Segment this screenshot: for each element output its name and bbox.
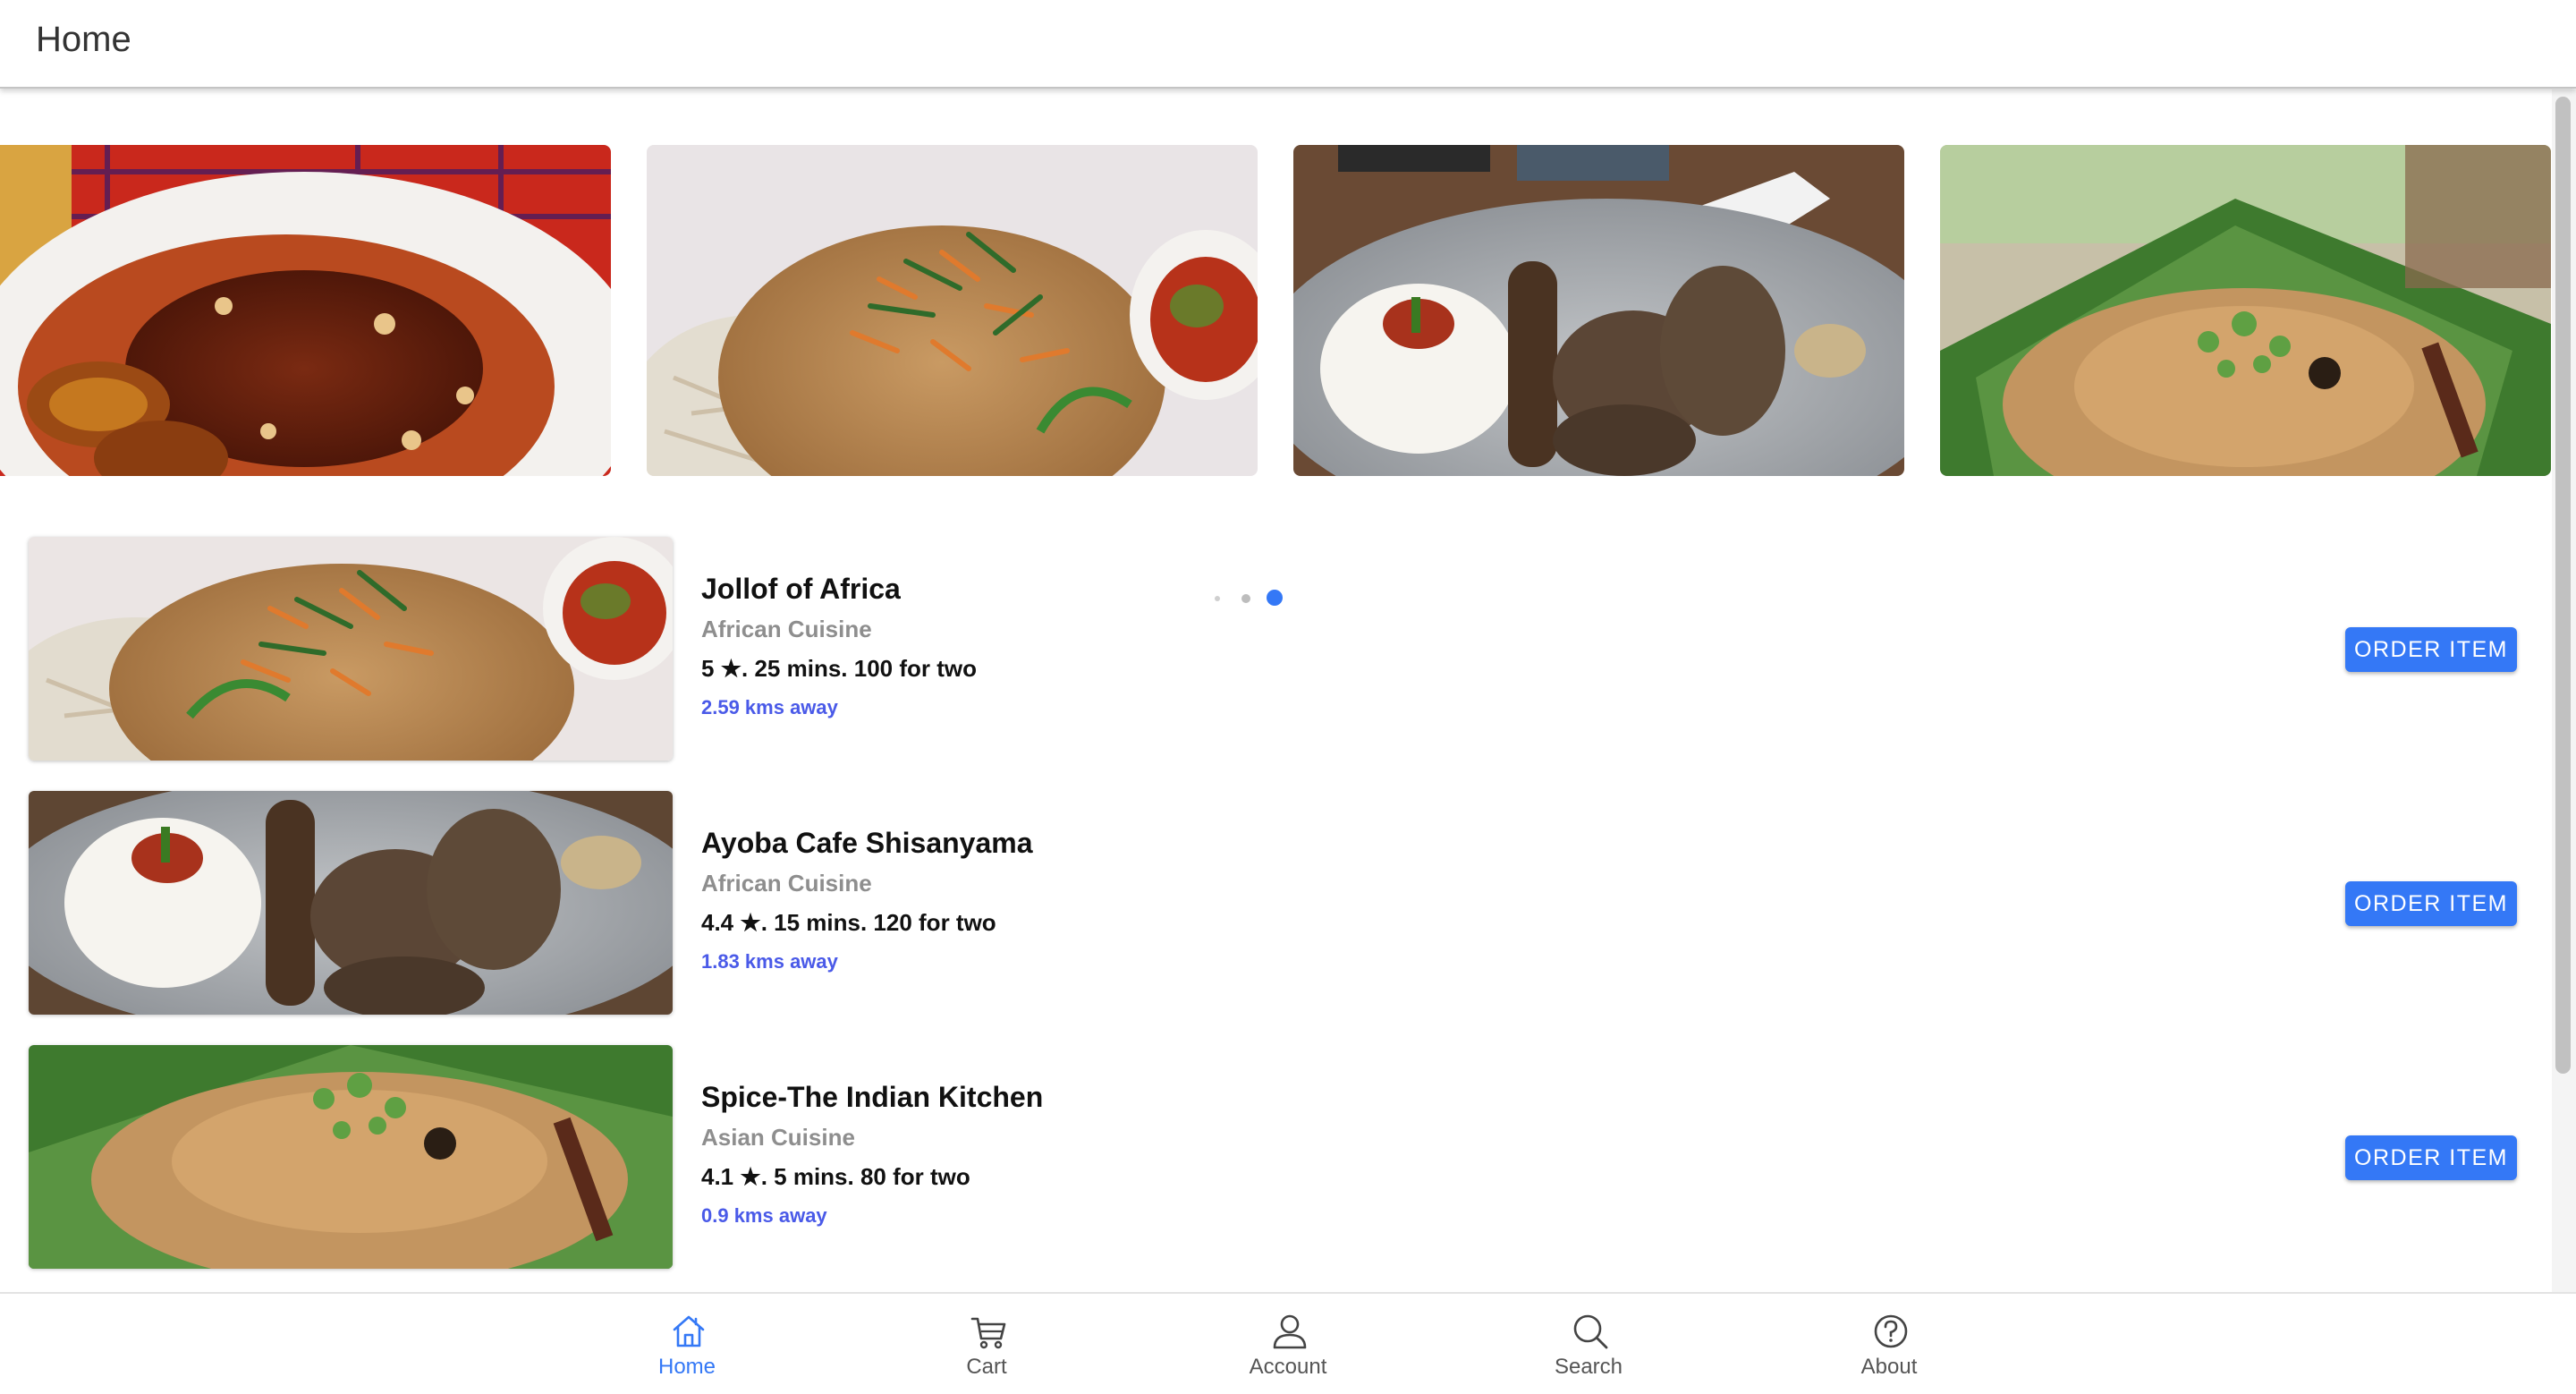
restaurant-cuisine: Asian Cuisine <box>701 1124 855 1151</box>
scrollbar-thumb[interactable] <box>2555 97 2571 1074</box>
restaurant-row[interactable]: Spice-The Indian Kitchen Asian Cuisine 4… <box>0 1043 2552 1269</box>
tab-about[interactable]: About <box>1791 1294 1987 1394</box>
order-item-button[interactable]: ORDER ITEM <box>2345 627 2517 672</box>
restaurant-name[interactable]: Spice-The Indian Kitchen <box>701 1081 1043 1114</box>
tab-label: About <box>1860 1355 1918 1379</box>
tab-label: Account <box>1249 1355 1327 1379</box>
restaurant-name[interactable]: Ayoba Cafe Shisanyama <box>701 827 1033 860</box>
page-title: Home <box>36 20 131 59</box>
rating-value: 5 <box>701 655 715 682</box>
tab-cart[interactable]: Cart <box>888 1294 1085 1394</box>
star-icon: ★ <box>740 1163 761 1190</box>
home-icon <box>673 1315 705 1347</box>
carousel-slide-spiced-rice[interactable] <box>1940 145 2551 476</box>
restaurant-cuisine: African Cuisine <box>701 870 872 897</box>
restaurant-name[interactable]: Jollof of Africa <box>701 573 901 606</box>
restaurant-meta: 4.4 ★. 15 mins. 120 for two <box>701 909 996 937</box>
search-icon <box>1573 1314 1608 1349</box>
restaurant-distance: 1.83 kms away <box>701 950 838 973</box>
carousel-slide-jollof[interactable] <box>647 145 1258 476</box>
restaurant-row[interactable]: Ayoba Cafe Shisanyama African Cuisine 4.… <box>0 789 2552 1015</box>
restaurant-distance: 0.9 kms away <box>701 1204 827 1227</box>
carousel-slide-stew[interactable] <box>0 145 611 476</box>
restaurant-meta-details: . 5 mins. 80 for two <box>760 1163 970 1190</box>
restaurant-meta-details: . 25 mins. 100 for two <box>741 655 977 682</box>
star-icon: ★ <box>740 909 761 936</box>
bottom-tab-bar: Home Cart Account Search About <box>0 1292 2576 1394</box>
image-carousel[interactable] <box>0 145 2552 606</box>
restaurant-thumbnail[interactable] <box>29 537 673 761</box>
order-item-button[interactable]: ORDER ITEM <box>2345 881 2517 926</box>
rating-value: 4.1 <box>701 1163 734 1190</box>
carousel-slide-grill[interactable] <box>1293 145 1904 476</box>
help-icon <box>1874 1314 1908 1348</box>
restaurant-meta: 5 ★. 25 mins. 100 for two <box>701 655 977 683</box>
account-icon <box>1273 1314 1307 1349</box>
app-header: Home <box>0 0 2576 89</box>
tab-label: Search <box>1554 1355 1623 1379</box>
order-item-button[interactable]: ORDER ITEM <box>2345 1135 2517 1180</box>
tab-label: Cart <box>966 1355 1007 1379</box>
restaurant-thumbnail[interactable] <box>29 1045 673 1269</box>
rating-value: 4.4 <box>701 909 734 936</box>
tab-label: Home <box>657 1355 716 1379</box>
restaurant-meta-details: . 15 mins. 120 for two <box>760 909 996 936</box>
star-icon: ★ <box>720 655 742 682</box>
tab-search[interactable]: Search <box>1490 1294 1687 1394</box>
restaurant-row[interactable]: Jollof of Africa African Cuisine 5 ★. 25… <box>0 535 2552 761</box>
tab-home[interactable]: Home <box>589 1294 785 1394</box>
restaurant-thumbnail[interactable] <box>29 791 673 1015</box>
cart-icon <box>970 1317 1006 1349</box>
tab-account[interactable]: Account <box>1190 1294 1386 1394</box>
restaurant-distance: 2.59 kms away <box>701 696 838 718</box>
restaurant-meta: 4.1 ★. 5 mins. 80 for two <box>701 1163 970 1191</box>
restaurant-cuisine: African Cuisine <box>701 616 872 642</box>
